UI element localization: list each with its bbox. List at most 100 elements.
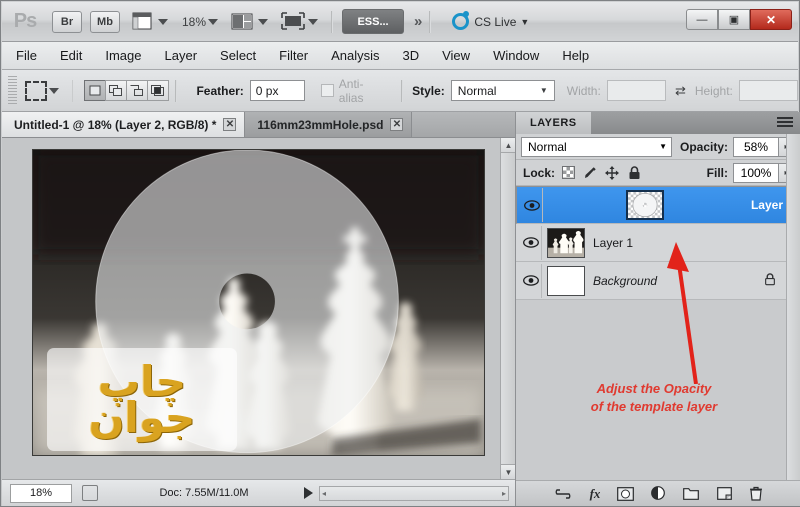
minimize-button[interactable]: — [686, 9, 718, 30]
opacity-input[interactable]: 58% [733, 136, 779, 157]
status-bar: 18% Doc: 7.55M/11.0M ◂ ▸ [2, 479, 515, 506]
screen-mode-caret-icon[interactable] [308, 18, 319, 25]
blend-mode-value: Normal [528, 139, 567, 154]
intersect-selection-button[interactable] [147, 80, 170, 101]
restore-button[interactable]: ▣ [718, 9, 750, 30]
scroll-up-icon[interactable]: ▲ [501, 138, 516, 153]
cs-live-icon [452, 11, 470, 30]
layer-row-layer-2[interactable]: Layer 2 [516, 186, 800, 224]
scroll-down-icon[interactable]: ▼ [501, 464, 516, 479]
blend-mode-select[interactable]: Normal ▼ [521, 136, 672, 157]
menu-item-select[interactable]: Select [220, 48, 256, 63]
options-bar: Feather: 0 px Anti-alias Style: Normal ▼… [2, 70, 798, 112]
document-tab-bar: Untitled-1 @ 18% (Layer 2, RGB/8) * ✕ 11… [2, 112, 515, 138]
delete-layer-icon[interactable] [749, 486, 763, 501]
menu-item-image[interactable]: Image [105, 48, 141, 63]
tab-close-icon[interactable]: ✕ [223, 118, 237, 131]
document-tab-untitled-1[interactable]: Untitled-1 @ 18% (Layer 2, RGB/8) * ✕ [2, 112, 246, 137]
scroll-left-icon[interactable]: ◂ [322, 489, 326, 498]
arrange-caret-icon[interactable] [258, 18, 269, 25]
layer-name[interactable]: Layer 1 [593, 236, 633, 250]
menu-item-edit[interactable]: Edit [60, 48, 82, 63]
lock-all-icon[interactable] [626, 165, 642, 181]
menu-item-analysis[interactable]: Analysis [331, 48, 379, 63]
document-tab-116mm23mmhole[interactable]: 116mm23mmHole.psd ✕ [245, 112, 413, 137]
canvas-vertical-scrollbar[interactable]: ▲ ▼ [500, 138, 516, 479]
layer-list: Layer 2 Layer 1 Background [516, 186, 800, 300]
new-selection-button[interactable] [84, 80, 107, 101]
canvas-horizontal-scrollbar[interactable]: ◂ ▸ [319, 485, 509, 501]
lock-transparency-icon[interactable] [560, 165, 576, 181]
appbar-divider-2 [429, 10, 432, 33]
view-extras-icon[interactable] [130, 11, 156, 33]
add-layer-mask-icon[interactable] [617, 486, 635, 501]
fill-input[interactable]: 100% [733, 162, 779, 183]
new-layer-icon[interactable] [717, 487, 733, 500]
menu-item-file[interactable]: File [16, 48, 37, 63]
menu-item-filter[interactable]: Filter [279, 48, 308, 63]
view-extras-caret-icon[interactable] [158, 18, 168, 25]
layer-visibility-icon[interactable] [520, 225, 542, 260]
width-input[interactable] [606, 80, 666, 101]
tab-layers[interactable]: LAYERS [516, 112, 591, 134]
annotation-text: Adjust the Opacity of the template layer [529, 380, 779, 415]
lock-position-icon[interactable] [604, 165, 620, 181]
cs-live-caret-icon: ▼ [520, 16, 530, 27]
cs-live-button[interactable]: CS Live ▼ [452, 11, 530, 30]
layer-row-layer-1[interactable]: Layer 1 [516, 224, 800, 262]
menu-bar: File Edit Image Layer Select Filter Anal… [2, 42, 798, 70]
fill-label: Fill: [706, 165, 728, 180]
layer-thumbnail[interactable] [547, 265, 585, 296]
blend-opacity-row: Normal ▼ Opacity: 58% ▸ [516, 134, 800, 160]
panel-menu-icon[interactable] [777, 117, 793, 129]
arrange-documents-icon[interactable] [230, 11, 256, 33]
options-divider-1 [71, 79, 74, 102]
zoom-caret-icon[interactable] [208, 18, 219, 25]
status-doc-size: Doc: 7.55M/11.0M [159, 487, 249, 499]
height-input[interactable] [738, 80, 798, 101]
layer-visibility-icon[interactable] [521, 188, 543, 222]
layer-thumbnail[interactable] [547, 227, 585, 258]
subtract-from-selection-button[interactable] [126, 80, 149, 101]
layers-vertical-scrollbar[interactable] [786, 134, 800, 480]
zoom-level-label[interactable]: 18% [182, 15, 206, 29]
tab-close-icon[interactable]: ✕ [390, 118, 404, 131]
layer-thumbnail[interactable] [626, 190, 665, 220]
launch-bridge-button[interactable]: Br [52, 10, 82, 33]
document-artboard[interactable]: چاپ جوان [32, 149, 485, 456]
menu-item-window[interactable]: Window [493, 48, 539, 63]
swap-dimensions-icon[interactable]: ⇄ [675, 83, 686, 99]
tool-preset-caret-icon[interactable] [48, 87, 59, 94]
layer-name[interactable]: Background [593, 274, 657, 288]
photoshop-window: Ps Br Mb 18% ESS... » CS Live ▼ — ▣ ✕ Fi… [0, 0, 800, 507]
layer-visibility-icon[interactable] [520, 263, 542, 298]
status-preview-icon[interactable] [82, 485, 98, 501]
layer-row-background[interactable]: Background [516, 262, 800, 300]
status-zoom-input[interactable]: 18% [10, 483, 72, 503]
anti-alias-checkbox[interactable] [321, 84, 334, 97]
menu-item-layer[interactable]: Layer [165, 48, 198, 63]
new-group-icon[interactable] [683, 487, 700, 500]
screen-mode-icon[interactable] [280, 11, 306, 33]
lock-image-pixels-icon[interactable] [582, 165, 598, 181]
layer-style-fx-icon[interactable]: fx [590, 486, 601, 502]
launch-mini-bridge-button[interactable]: Mb [90, 10, 120, 33]
workspace-overflow-icon[interactable]: » [414, 13, 422, 30]
workspace-switcher-button[interactable]: ESS... [342, 9, 405, 34]
options-bar-grip[interactable] [8, 75, 17, 106]
scroll-right-icon[interactable]: ▸ [502, 489, 506, 498]
add-to-selection-button[interactable] [105, 80, 128, 101]
style-select[interactable]: Normal ▼ [450, 80, 555, 101]
annotation-arrow-icon [667, 242, 698, 384]
link-layers-icon[interactable] [553, 488, 573, 500]
status-popup-icon[interactable] [304, 487, 313, 499]
rectangular-marquee-tool-icon[interactable] [24, 80, 47, 101]
menu-item-3d[interactable]: 3D [402, 48, 419, 63]
appbar-divider [331, 10, 334, 33]
close-button[interactable]: ✕ [750, 9, 792, 30]
adjustment-layer-icon[interactable] [651, 486, 666, 501]
menu-item-view[interactable]: View [442, 48, 470, 63]
feather-input[interactable]: 0 px [249, 80, 305, 101]
anti-alias-checkbox-wrap[interactable]: Anti-alias [321, 77, 387, 105]
menu-item-help[interactable]: Help [562, 48, 589, 63]
